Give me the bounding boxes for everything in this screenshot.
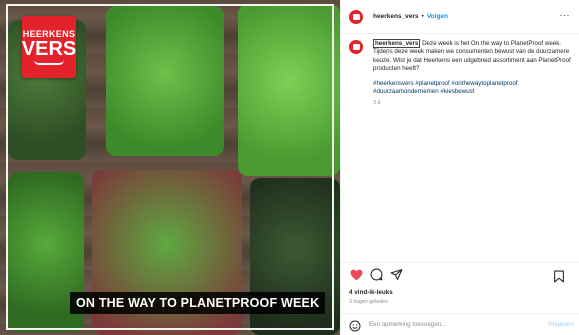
image-banner: ON THE WAY TO PLANETPROOF WEEK	[70, 292, 326, 314]
caption-body: heerkens_vers Deze week is het On the wa…	[373, 39, 573, 108]
comment-icon[interactable]	[369, 268, 383, 282]
heerkens-vers-logo: HEERKENS VERS	[22, 16, 76, 78]
caption-comment: heerkens_vers Deze week is het On the wa…	[349, 39, 577, 108]
caption-text-block: heerkens_vers Deze week is het On the wa…	[373, 39, 573, 74]
avatar[interactable]	[349, 9, 363, 24]
separator-dot: •	[421, 13, 424, 20]
likes-count[interactable]: 4 vind-ik-leuks	[349, 289, 393, 296]
avatar[interactable]	[349, 40, 363, 54]
microgreens-tray	[238, 4, 340, 176]
bookmark-icon[interactable]	[552, 269, 566, 283]
more-options-icon[interactable]: ···	[560, 10, 571, 20]
follow-button[interactable]: Volgen	[427, 13, 448, 20]
caption-hashtags[interactable]: #heerkensvers #planetproof #onthewaytopl…	[373, 80, 573, 97]
caption-time: 3 d	[373, 100, 381, 107]
microgreens-tray	[106, 6, 224, 156]
instagram-post: HEERKENS VERS ON THE WAY TO PLANETPROOF …	[0, 0, 579, 335]
comment-input[interactable]: Een opmerking toevoegen...	[369, 321, 446, 328]
add-comment-bar: Een opmerking toevoegen... Plaatsen	[341, 313, 579, 335]
post-header: heerkens_vers • Volgen ···	[341, 0, 579, 34]
logo-line-2: VERS	[21, 38, 77, 60]
post-side-panel: heerkens_vers • Volgen ··· heerkens_vers…	[340, 0, 579, 335]
heart-icon[interactable]	[349, 268, 363, 282]
post-comment-button[interactable]: Plaatsen	[549, 321, 574, 328]
posted-time: 3 dagen geleden	[349, 299, 388, 305]
share-icon[interactable]	[389, 268, 403, 282]
action-bar	[341, 262, 579, 286]
post-image[interactable]: HEERKENS VERS ON THE WAY TO PLANETPROOF …	[0, 0, 340, 335]
emoji-icon[interactable]	[349, 319, 361, 331]
header-username[interactable]: heerkens_vers	[373, 13, 419, 20]
caption-username[interactable]: heerkens_vers	[373, 39, 421, 48]
logo-smile	[34, 60, 64, 65]
